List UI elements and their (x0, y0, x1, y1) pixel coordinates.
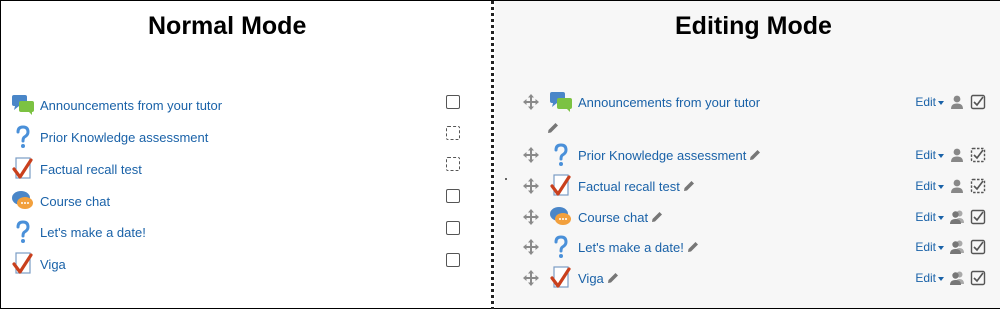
activity-controls: Edit (915, 142, 986, 168)
edit-menu[interactable]: Edit (915, 210, 944, 224)
activity-link[interactable]: Factual recall test (40, 162, 142, 177)
edit-menu-label: Edit (915, 148, 936, 162)
completion-checkbox-auto (446, 126, 460, 140)
person-icon[interactable] (949, 147, 965, 163)
edit-menu[interactable]: Edit (915, 95, 944, 109)
forum-icon (11, 92, 35, 118)
completion-checkbox-manual-icon[interactable] (970, 239, 986, 255)
question-icon (549, 234, 573, 260)
edit-menu-label: Edit (915, 271, 936, 285)
normal-mode-panel: Normal Mode Announcements from your tuto… (1, 1, 490, 308)
completion-checkbox-manual[interactable] (446, 253, 460, 267)
activity-controls: Edit (915, 204, 986, 230)
activity-link[interactable]: Viga (578, 271, 604, 286)
edit-title-pencil-icon[interactable] (683, 180, 695, 192)
activity-row: Let's make a date! Edit (495, 234, 1000, 260)
group-icon[interactable] (949, 239, 965, 255)
chat-icon (11, 188, 35, 214)
activity-controls: Edit (915, 234, 986, 260)
normal-mode-title: Normal Mode (148, 12, 307, 40)
activity-row: Let's make a date! (11, 219, 481, 245)
edit-menu-label: Edit (915, 210, 936, 224)
caret-down-icon (938, 100, 944, 105)
activity-row: Announcements from your tutor Edit (495, 89, 1000, 115)
move-icon[interactable] (523, 178, 539, 194)
activity-link[interactable]: Viga (40, 257, 66, 272)
completion-checkbox-auto-icon[interactable] (970, 178, 986, 194)
quiz-icon (549, 173, 573, 199)
completion-checkbox-manual-icon[interactable] (970, 209, 986, 225)
activity-link[interactable]: Prior Knowledge assessment (40, 130, 208, 145)
caret-down-icon (938, 245, 944, 250)
group-icon[interactable] (949, 270, 965, 286)
person-icon[interactable] (949, 94, 965, 110)
move-icon[interactable] (523, 147, 539, 163)
activity-link[interactable]: Let's make a date! (578, 240, 684, 255)
edit-title-pencil-icon[interactable] (651, 211, 663, 223)
quiz-icon (11, 156, 35, 182)
move-icon[interactable] (523, 270, 539, 286)
activity-link[interactable]: Course chat (40, 194, 110, 209)
completion-checkbox-auto-icon[interactable] (970, 147, 986, 163)
completion-checkbox-manual[interactable] (446, 95, 460, 109)
caret-down-icon (938, 215, 944, 220)
edit-menu[interactable]: Edit (915, 240, 944, 254)
edit-title-pencil-icon[interactable] (607, 272, 619, 284)
activity-row: Factual recall test (11, 156, 481, 182)
caret-down-icon (938, 184, 944, 189)
question-icon (549, 142, 573, 168)
activity-link[interactable]: Course chat (578, 210, 648, 225)
activity-row: Course chat (11, 188, 481, 214)
activity-link[interactable]: Announcements from your tutor (578, 95, 760, 110)
activity-row: Course chat Edit (495, 204, 1000, 230)
activity-controls: Edit (915, 89, 986, 115)
chat-icon (549, 204, 573, 230)
stray-dot (505, 178, 507, 180)
activity-row: Viga Edit (495, 265, 1000, 291)
edit-title-pencil-icon[interactable] (687, 241, 699, 253)
edit-menu[interactable]: Edit (915, 271, 944, 285)
completion-checkbox-manual-icon[interactable] (970, 270, 986, 286)
edit-menu[interactable]: Edit (915, 179, 944, 193)
move-icon[interactable] (523, 94, 539, 110)
edit-title-pencil-icon[interactable] (547, 121, 559, 139)
move-icon[interactable] (523, 209, 539, 225)
activity-link[interactable]: Announcements from your tutor (40, 98, 222, 113)
editing-mode-panel: Editing Mode Announcements from your tut… (495, 1, 1000, 308)
forum-icon (549, 89, 573, 115)
edit-menu-label: Edit (915, 179, 936, 193)
activity-row: Prior Knowledge assessment Edit (495, 142, 1000, 168)
caret-down-icon (938, 276, 944, 281)
caret-down-icon (938, 153, 944, 158)
move-icon[interactable] (523, 239, 539, 255)
comparison-frame: Normal Mode Announcements from your tuto… (0, 0, 1000, 309)
quiz-icon (11, 251, 35, 277)
activity-row: Prior Knowledge assessment (11, 124, 481, 150)
activity-controls: Edit (915, 173, 986, 199)
edit-menu-label: Edit (915, 95, 936, 109)
question-icon (11, 219, 35, 245)
quiz-icon (549, 265, 573, 291)
activity-link[interactable]: Factual recall test (578, 179, 680, 194)
activity-row: Announcements from your tutor (11, 92, 481, 118)
edit-menu-label: Edit (915, 240, 936, 254)
editing-mode-title: Editing Mode (675, 12, 832, 40)
completion-checkbox-auto (446, 157, 460, 171)
mode-divider (491, 1, 494, 309)
group-icon[interactable] (949, 209, 965, 225)
question-icon (11, 124, 35, 150)
activity-link[interactable]: Prior Knowledge assessment (578, 148, 746, 163)
edit-title-pencil-icon[interactable] (749, 149, 761, 161)
person-icon[interactable] (949, 178, 965, 194)
completion-checkbox-manual[interactable] (446, 221, 460, 235)
completion-checkbox-manual[interactable] (446, 189, 460, 203)
completion-checkbox-manual-icon[interactable] (970, 94, 986, 110)
activity-row: Factual recall test Edit (495, 173, 1000, 199)
activity-row: Viga (11, 251, 481, 277)
activity-link[interactable]: Let's make a date! (40, 225, 146, 240)
activity-controls: Edit (915, 265, 986, 291)
edit-menu[interactable]: Edit (915, 148, 944, 162)
